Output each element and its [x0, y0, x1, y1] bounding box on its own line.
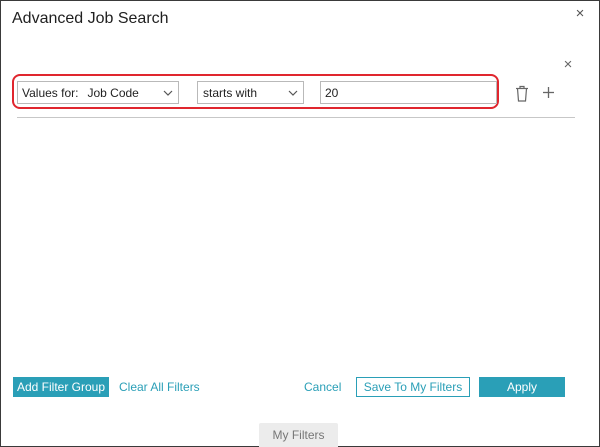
field-select[interactable]: Values for: Job Code [17, 81, 179, 104]
apply-button[interactable]: Apply [479, 377, 565, 397]
dialog-title: Advanced Job Search [12, 10, 169, 27]
cancel-link[interactable]: Cancel [304, 380, 341, 394]
trash-icon[interactable] [515, 85, 529, 102]
clear-all-filters-link[interactable]: Clear All Filters [119, 380, 200, 394]
filter-group-close-icon[interactable]: × [561, 57, 575, 72]
dialog-close-icon[interactable]: × [573, 6, 587, 21]
field-select-value: Job Code [87, 85, 139, 100]
field-select-prefix: Values for: [22, 85, 79, 100]
chevron-down-icon [288, 90, 298, 96]
advanced-job-search-dialog: Advanced Job Search × × Values for: Job … [0, 0, 600, 447]
my-filters-tab[interactable]: My Filters [259, 423, 338, 447]
operator-select-value: starts with [203, 85, 258, 100]
operator-select[interactable]: starts with [197, 81, 304, 104]
filter-value-input[interactable] [320, 81, 497, 104]
save-to-my-filters-button[interactable]: Save To My Filters [356, 377, 470, 397]
filter-row-divider [17, 117, 575, 118]
add-filter-group-button[interactable]: Add Filter Group [13, 377, 109, 397]
chevron-down-icon [163, 90, 173, 96]
plus-icon[interactable] [542, 86, 555, 99]
